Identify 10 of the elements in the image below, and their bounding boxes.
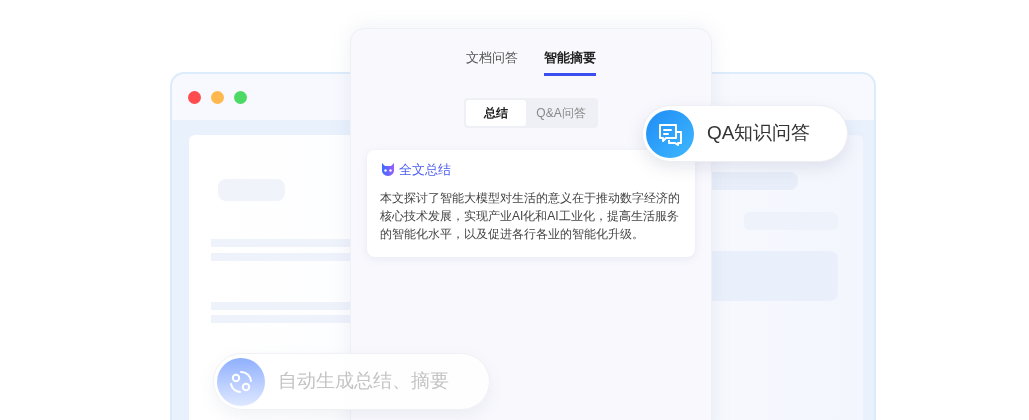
segment-tab[interactable]: 总结 — [466, 100, 526, 126]
summary-text: 本文探讨了智能大模型对生活的意义在于推动数字经济的核心技术发展，实现产业AI化和AI工业化，提高生活服务的智能化水平，以及促进各行各业的智能化升级。 — [380, 189, 681, 243]
card-title: 全文总结 — [399, 161, 451, 179]
auto-badge-label: 自动生成总结、摘要 — [278, 369, 449, 394]
tab[interactable]: 智能摘要 — [544, 49, 596, 76]
chat-bubbles-icon — [645, 108, 695, 159]
tab[interactable]: 文档问答 — [466, 49, 518, 76]
qa-badge-label: QA知识问答 — [707, 121, 811, 146]
refresh-circles-icon — [216, 356, 266, 407]
robot-icon — [380, 162, 396, 177]
